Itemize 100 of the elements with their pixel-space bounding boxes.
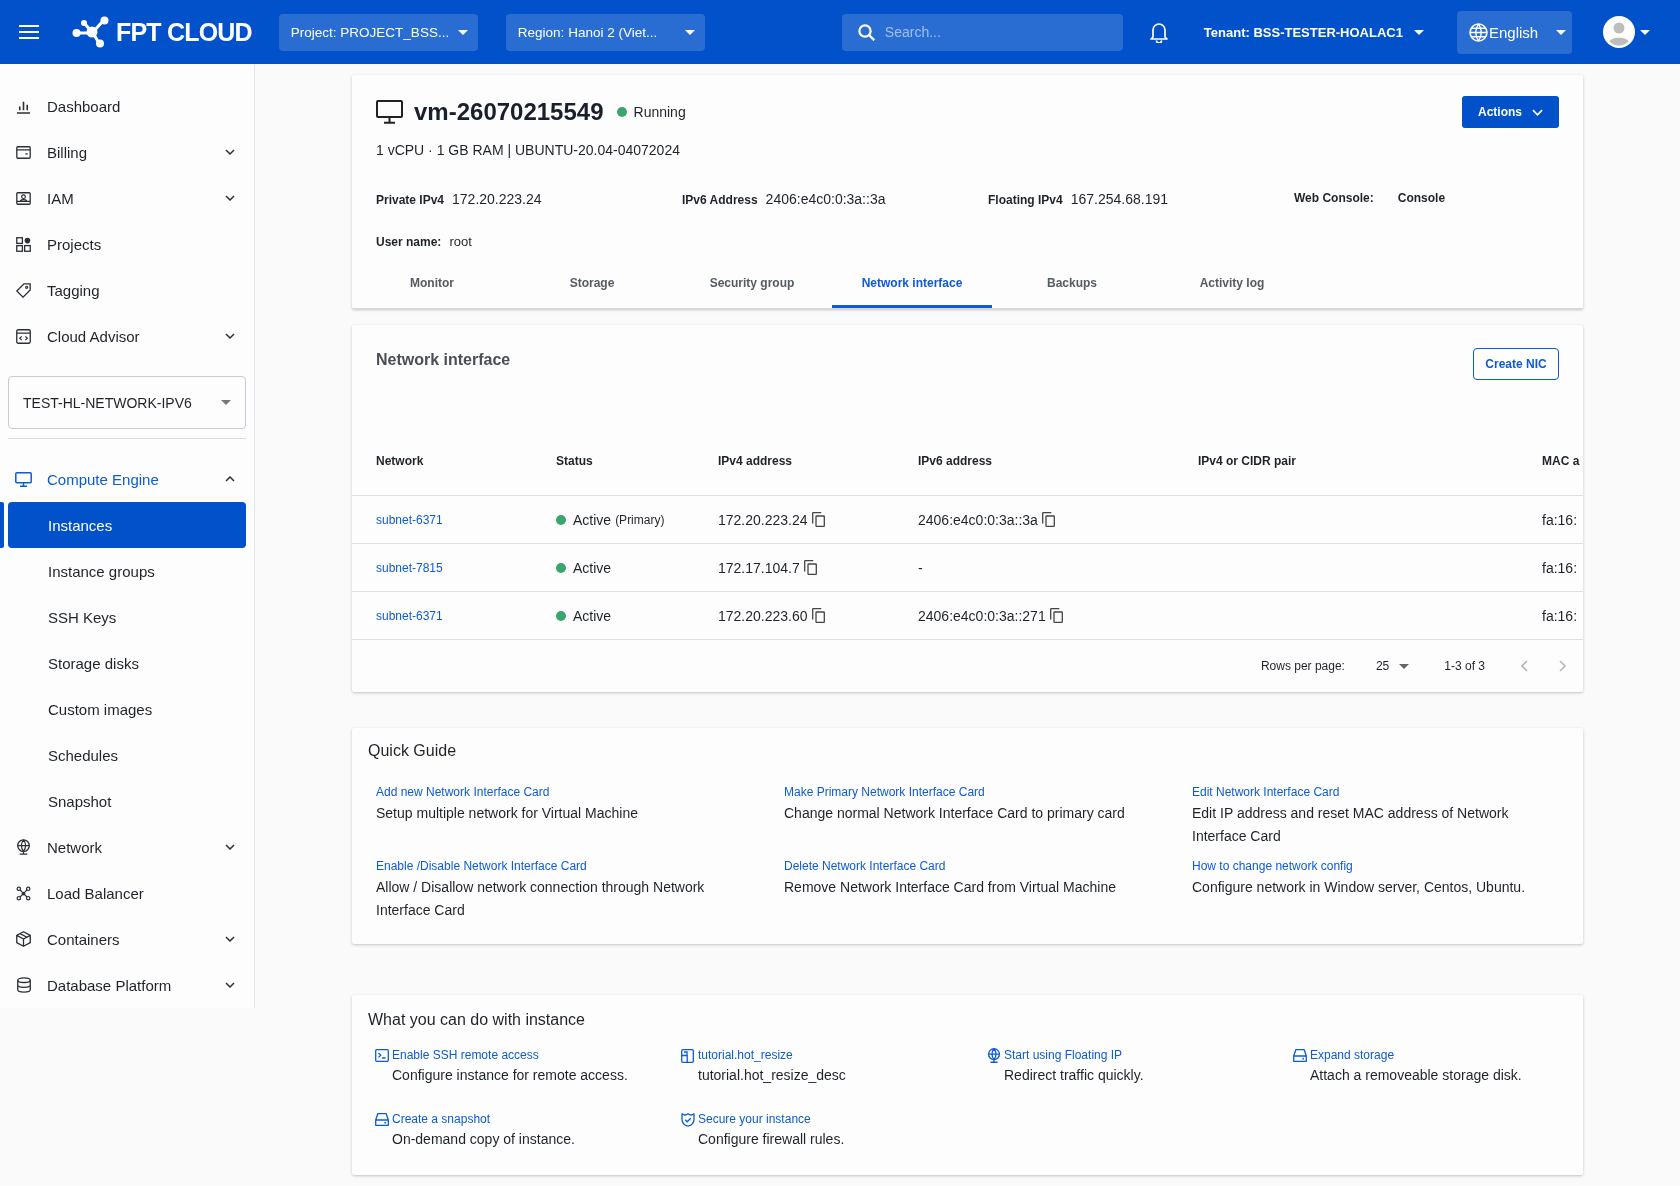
globe-stand-icon <box>987 1048 1001 1063</box>
nodes-cluster-icon <box>16 885 31 901</box>
specs-text: 1 vCPU · 1 GB RAM | UBUNTU-20.04-04072024 <box>376 141 681 160</box>
sidebar-subitem[interactable]: Schedules <box>8 732 246 778</box>
copy-icon[interactable] <box>811 512 825 527</box>
sidebar-item[interactable]: Cloud Advisor <box>0 313 254 359</box>
rows-per-page-select[interactable]: 25 <box>1375 659 1410 673</box>
caret-icon <box>1399 663 1410 669</box>
tenant-dropdown[interactable]: Tenant: BSS-TESTER-HOALAC1 <box>1203 24 1424 40</box>
guide-link[interactable]: How to change network config <box>1192 857 1353 876</box>
caret-icon <box>221 400 231 405</box>
guide-description: Edit IP address and reset MAC address of Network Interface Card <box>1192 804 1510 846</box>
sidebar-item[interactable]: Database Platform <box>0 962 254 1008</box>
database-icon <box>16 977 31 993</box>
guide-link[interactable]: Add new Network Interface Card <box>376 783 550 802</box>
drive-icon <box>1293 1049 1307 1062</box>
subnet-link[interactable]: subnet-7815 <box>376 560 443 575</box>
cube-icon <box>16 931 31 947</box>
sidebar-item[interactable]: Network <box>0 824 254 870</box>
actions-button[interactable]: Actions <box>1462 96 1559 128</box>
tab[interactable]: Network interface <box>832 258 992 308</box>
rows-per-page-label: Rows per page: <box>1260 659 1345 673</box>
section-title: Network interface <box>376 350 511 370</box>
project-dropdown[interactable]: Project: PROJECT_BSS... <box>278 13 478 51</box>
sidebar-subitem[interactable]: Instance groups <box>8 548 246 594</box>
column-header: IPv4 or CIDR pair <box>1198 453 1297 468</box>
tab[interactable]: Backups <box>992 258 1152 308</box>
region-dropdown[interactable]: Region: Hanoi 2 (Viet... <box>505 13 705 51</box>
detail-label: User name: <box>376 235 442 249</box>
ipv4-address: 172.20.223.60 <box>718 607 808 624</box>
column-header: Status <box>556 453 593 468</box>
mac-address: fa:16: <box>1542 511 1578 528</box>
action-link[interactable]: Secure your instance <box>698 1110 811 1129</box>
copy-icon[interactable] <box>803 560 817 575</box>
tab[interactable]: Storage <box>512 258 672 308</box>
wallet-icon <box>16 145 31 159</box>
action-link[interactable]: Expand storage <box>1310 1046 1395 1065</box>
copy-icon[interactable] <box>1049 608 1063 623</box>
sidebar-item[interactable]: Billing <box>0 129 254 175</box>
sidebar-subitem[interactable]: Storage disks <box>8 640 246 686</box>
tab[interactable]: Security group <box>672 258 832 308</box>
action-link[interactable]: tutorial.hot_resize <box>698 1046 793 1065</box>
page-range: 1-3 of 3 <box>1444 659 1485 673</box>
globe-icon <box>1468 22 1488 42</box>
guide-link[interactable]: Enable /Disable Network Interface Card <box>376 857 587 876</box>
tab[interactable]: Activity log <box>1152 258 1312 308</box>
project-select[interactable]: TEST-HL-NETWORK-IPV6 <box>8 376 246 429</box>
action-description: tutorial.hot_resize_desc <box>698 1066 847 1085</box>
status-dot-icon <box>556 610 566 621</box>
guide-description: Allow / Disallow network connection through Network Interface Card <box>376 878 706 920</box>
caret-icon <box>1639 29 1650 35</box>
menu-button[interactable] <box>19 25 39 39</box>
ipv4-address: 172.20.223.24 <box>718 511 808 528</box>
detail-value: 172.20.223.24 <box>452 191 542 207</box>
column-header: IPv6 address <box>918 453 993 468</box>
subnet-link[interactable]: subnet-6371 <box>376 512 443 527</box>
copy-icon[interactable] <box>1041 512 1055 527</box>
resize-icon <box>681 1048 694 1063</box>
grid-icon <box>16 236 31 252</box>
account-menu-button[interactable] <box>1602 16 1650 48</box>
action-link[interactable]: Enable SSH remote access <box>392 1046 539 1065</box>
language-dropdown[interactable]: English <box>1456 10 1572 54</box>
sidebar-item[interactable]: Projects <box>0 221 254 267</box>
detail-value: 167.254.68.191 <box>1070 191 1168 207</box>
action-link[interactable]: Create a snapshot <box>392 1110 491 1129</box>
guide-link[interactable]: Make Primary Network Interface Card <box>784 783 985 802</box>
bell-icon[interactable] <box>1148 21 1169 43</box>
sidebar-item[interactable]: Load Balancer <box>0 870 254 916</box>
detail-value: root <box>449 234 472 249</box>
sidebar-subitem[interactable]: Snapshot <box>8 778 246 824</box>
console-link[interactable]: Console <box>1397 191 1446 205</box>
guide-description: Configure network in Window server, Centos, Ubuntu. <box>1192 878 1527 897</box>
sidebar-item[interactable]: Containers <box>0 916 254 962</box>
sidebar-subitem[interactable]: SSH Keys <box>8 594 246 640</box>
shield-check-icon <box>681 1112 695 1127</box>
sidebar-item[interactable]: Compute Engine <box>0 456 254 502</box>
guide-link[interactable]: Delete Network Interface Card <box>784 857 946 876</box>
copy-icon[interactable] <box>811 608 825 623</box>
action-link[interactable]: Start using Floating IP <box>1004 1046 1123 1065</box>
guide-link[interactable]: Edit Network Interface Card <box>1192 783 1340 802</box>
mac-address: fa:16: <box>1542 607 1578 624</box>
subnet-link[interactable]: subnet-6371 <box>376 608 443 623</box>
tab[interactable]: Monitor <box>352 258 512 308</box>
sidebar-subitem[interactable]: Instances <box>8 502 246 548</box>
ipv6-address: - <box>918 559 923 576</box>
id-card-icon <box>16 191 31 205</box>
column-header: MAC a <box>1542 453 1580 468</box>
primary-note: (Primary) <box>615 512 665 527</box>
guide-description: Change normal Network Interface Card to primary card <box>784 804 1126 823</box>
mac-address: fa:16: <box>1542 559 1578 576</box>
action-description: On-demand copy of instance. <box>392 1130 576 1149</box>
sidebar-item[interactable]: Tagging <box>0 267 254 313</box>
sidebar-item[interactable]: IAM <box>0 175 254 221</box>
ipv6-address: 2406:e4c0:0:3a::3a <box>918 511 1038 528</box>
search-icon <box>857 23 875 41</box>
sidebar-subitem[interactable]: Custom images <box>8 686 246 732</box>
action-description: Attach a removeable storage disk. <box>1310 1066 1523 1085</box>
sidebar-item[interactable]: Dashboard <box>0 83 254 129</box>
create-nic-button[interactable]: Create NIC <box>1473 348 1559 380</box>
status-dot-icon <box>616 107 627 117</box>
